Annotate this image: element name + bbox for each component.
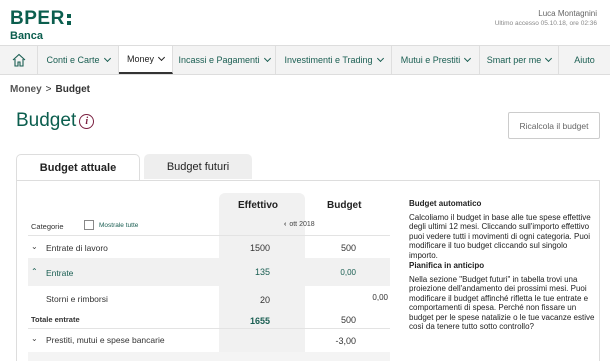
user-info: Luca Montagnini Ultimo accesso 05.10.18,… [495,9,597,27]
row-label-entrate-lavoro: Entrate di lavoro [46,243,108,253]
chevron-down-icon [103,54,111,63]
page-title-wrap: Budget i [16,110,95,132]
nav-label: Money [126,54,154,64]
nav-incassi-pagamenti[interactable]: Incassi e Pagamenti [173,46,276,74]
nav-label: Smart per me [486,55,542,65]
brand-sub: Banca [10,30,44,42]
nav-label: Investimenti e Trading [284,55,373,65]
breadcrumb-parent[interactable]: Money [10,84,42,95]
row-highlight [28,352,390,361]
nav-conti-carte[interactable]: Conti e Carte [38,46,119,74]
nav-home[interactable] [0,46,38,74]
row-label-entrate: Entrate [46,268,74,278]
value-budget[interactable]: 0,00 [314,268,356,277]
info-text: Calcoliamo il budget in base alle tue sp… [409,212,591,260]
chevron-down-icon [545,54,553,63]
chevron-left-icon[interactable]: ‹ [284,221,286,228]
row-label-prestiti: Prestiti, mutui e spese bancarie [46,335,165,345]
month-selector[interactable]: ‹ ott 2018 [284,221,315,228]
row-label-totale-entrate: Totale entrate [31,315,80,324]
chevron-down-icon [376,54,384,63]
chevron-down-icon[interactable]: ⌄ [31,334,38,343]
breadcrumb-separator: > [45,84,52,95]
categories-label: Categorie [31,222,64,231]
bper-logo[interactable]: BPER Banca [10,9,71,42]
value-budget[interactable]: -3,00 [314,336,356,346]
value-effettivo[interactable]: 135 [228,267,270,277]
show-all-checkbox[interactable] [84,220,94,230]
nav-mutui-prestiti[interactable]: Mutui e Prestiti [392,46,480,74]
home-icon [12,53,25,67]
brand-name: BPER [10,8,65,29]
show-all-label[interactable]: Mostrale tutte [99,222,138,229]
value-budget[interactable]: 500 [314,243,356,253]
nav-label: Mutui e Prestiti [400,55,461,65]
nav-money[interactable]: Money [119,46,173,74]
row-label-storni-rimborsi: Storni e rimborsi [46,294,108,304]
info-title: Pianifica in anticipo [409,261,485,270]
value-effettivo-total: 1655 [249,316,270,326]
info-budget-automatico: Budget automatico Calcoliamo il budget i… [409,199,595,332]
last-access: Ultimo accesso 05.10.18, ore 02:36 [494,20,597,27]
main-nav: Conti e Carte Money Incassi e Pagamenti … [0,45,610,75]
nav-label: Aiuto [574,55,595,65]
month-label: ott 2018 [289,221,315,228]
chevron-up-icon[interactable]: ⌃ [31,267,38,276]
tab-budget-futuri[interactable]: Budget futuri [144,154,252,179]
value-budget-total: 500 [340,315,356,325]
info-text: Nella sezione "Budget futuri" in tabella… [409,274,595,332]
value-effettivo[interactable]: 1500 [228,243,270,253]
user-name[interactable]: Luca Montagnini [495,9,597,18]
value-budget[interactable]: 0,00 [346,293,388,302]
brand-dots-icon [66,13,71,25]
nav-investimenti-trading[interactable]: Investimenti e Trading [276,46,392,74]
col-header-budget: Budget [327,200,362,211]
breadcrumb-current: Budget [55,84,90,95]
value-effettivo[interactable]: 20 [228,295,270,305]
info-title: Budget automatico [409,199,482,208]
chevron-down-icon [464,54,472,63]
tab-budget-attuale[interactable]: Budget attuale [16,154,140,181]
nav-smart-per-me[interactable]: Smart per me [480,46,559,74]
chevron-down-icon [157,53,166,62]
page-title: Budget [16,110,77,131]
divider [28,235,390,236]
breadcrumb: Money > Budget [10,84,90,95]
recalc-budget-button[interactable]: Ricalcola il budget [508,112,600,139]
nav-label: Conti e Carte [46,55,100,65]
chevron-down-icon[interactable]: ⌄ [31,242,38,251]
chevron-down-icon [263,54,271,63]
nav-aiuto[interactable]: Aiuto [559,46,610,74]
col-header-effettivo: Effettivo [238,200,278,211]
divider [28,328,390,329]
info-icon[interactable]: i [79,113,95,129]
nav-label: Incassi e Pagamenti [178,55,260,65]
